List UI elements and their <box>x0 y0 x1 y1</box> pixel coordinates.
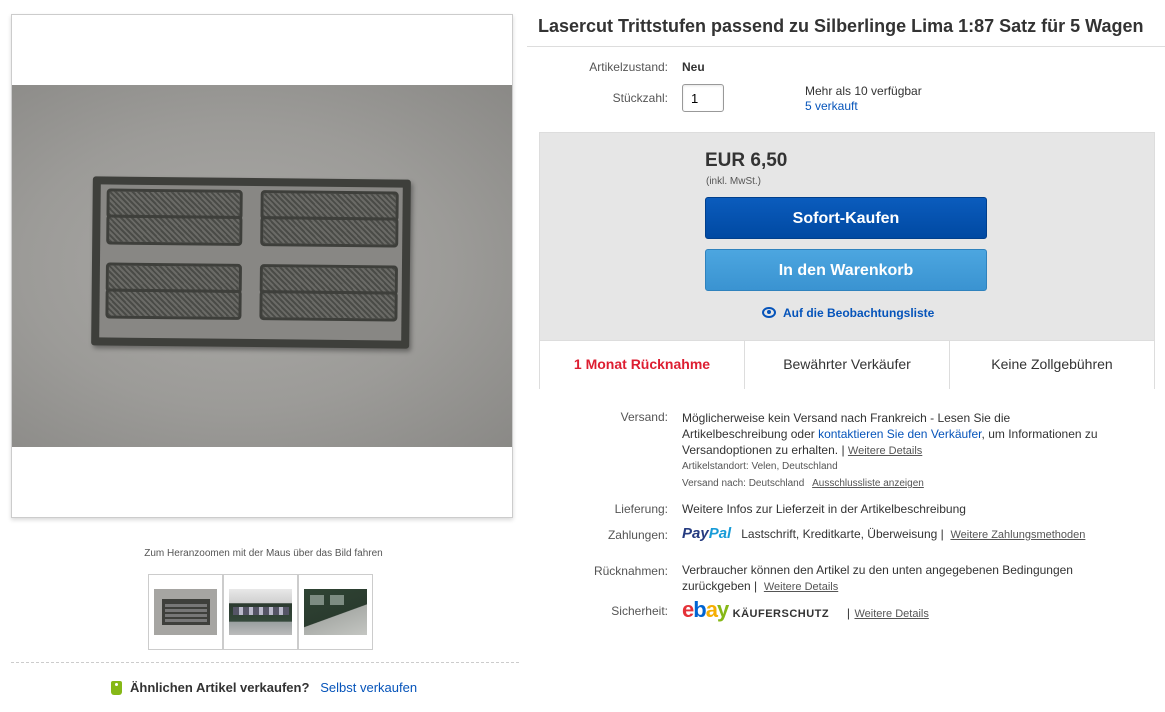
shipping-label: Versand: <box>620 410 668 424</box>
item-title: Lasercut Trittstufen passend zu Silberli… <box>538 16 1144 36</box>
thumbnail-2[interactable] <box>223 574 298 650</box>
security-label: Sicherheit: <box>611 604 668 618</box>
payment-label: Zahlungen: <box>607 528 668 542</box>
add-to-cart-button[interactable]: In den Warenkorb <box>705 249 987 291</box>
sell-similar-label: Ähnlichen Artikel verkaufen? <box>130 680 310 695</box>
trusted-seller-badge: Bewährter Verkäufer <box>744 341 949 389</box>
returns-label: Rücknahmen: <box>593 564 668 578</box>
buy-box: EUR 6,50 (inkl. MwSt.) Sofort-Kaufen In … <box>539 132 1155 389</box>
condition-value: Neu <box>682 60 705 74</box>
watchlist-label: Auf die Beobachtungsliste <box>783 306 935 320</box>
ebay-buyer-protection: ebay KÄUFERSCHUTZ | Weitere Details <box>682 597 929 622</box>
eye-icon <box>762 307 776 318</box>
delivery-label: Lieferung: <box>614 502 668 516</box>
thumbnail-3[interactable] <box>298 574 373 650</box>
no-customs-badge: Keine Zollgebühren <box>949 341 1154 389</box>
main-image-frame[interactable] <box>11 14 513 518</box>
title-divider <box>527 46 1165 47</box>
vat-note: (inkl. MwSt.) <box>706 176 761 187</box>
buyer-protection-text: KÄUFERSCHUTZ <box>732 608 830 620</box>
buy-now-button[interactable]: Sofort-Kaufen <box>705 197 987 239</box>
shipping-text: Möglicherweise kein Versand nach Frankre… <box>682 411 1098 457</box>
divider <box>11 662 519 663</box>
price-tag-icon <box>111 681 122 695</box>
item-location: Artikelstandort: Velen, Deutschland <box>682 461 838 472</box>
payment-methods-link[interactable]: Weitere Zahlungsmethoden <box>950 529 1085 541</box>
ebay-logo: ebay <box>682 597 729 622</box>
contact-seller-link[interactable]: kontaktieren Sie den Verkäufer <box>818 427 981 441</box>
sold-count-link[interactable]: 5 verkauft <box>805 99 858 113</box>
product-photo[interactable] <box>12 85 512 447</box>
watchlist-link[interactable]: Auf die Beobachtungsliste <box>762 306 934 320</box>
shipping-details-link[interactable]: Weitere Details <box>848 445 922 457</box>
payment-methods: PayPal Lastschrift, Kreditkarte, Überwei… <box>682 525 1086 542</box>
exclusion-list-link[interactable]: Ausschlussliste anzeigen <box>812 478 924 489</box>
quantity-label: Stückzahl: <box>612 91 668 105</box>
security-details-link[interactable]: Weitere Details <box>854 608 928 620</box>
paypal-logo: PayPal <box>682 525 732 542</box>
zoom-hint: Zum Heranzoomen mit der Maus über das Bi… <box>144 548 383 559</box>
trust-badges: 1 Monat Rücknahme Bewährter Verkäufer Ke… <box>540 340 1154 389</box>
sell-similar-row: Ähnlichen Artikel verkaufen? Selbst verk… <box>111 680 417 695</box>
returns-text: Verbraucher können den Artikel zu den un… <box>682 563 1073 593</box>
sprue-frame <box>91 176 411 349</box>
delivery-text: Weitere Infos zur Lieferzeit in der Arti… <box>682 502 966 516</box>
returns-badge: 1 Monat Rücknahme <box>573 356 711 372</box>
sell-yourself-link[interactable]: Selbst verkaufen <box>320 680 417 695</box>
thumbnail-1[interactable] <box>148 574 223 650</box>
ships-to: Versand nach: Deutschland Ausschlusslist… <box>682 478 924 489</box>
availability-text: Mehr als 10 verfügbar <box>805 84 922 98</box>
price: EUR 6,50 <box>705 150 788 171</box>
quantity-input[interactable] <box>682 84 724 112</box>
condition-label: Artikelzustand: <box>589 60 668 74</box>
returns-details-link[interactable]: Weitere Details <box>764 581 838 593</box>
